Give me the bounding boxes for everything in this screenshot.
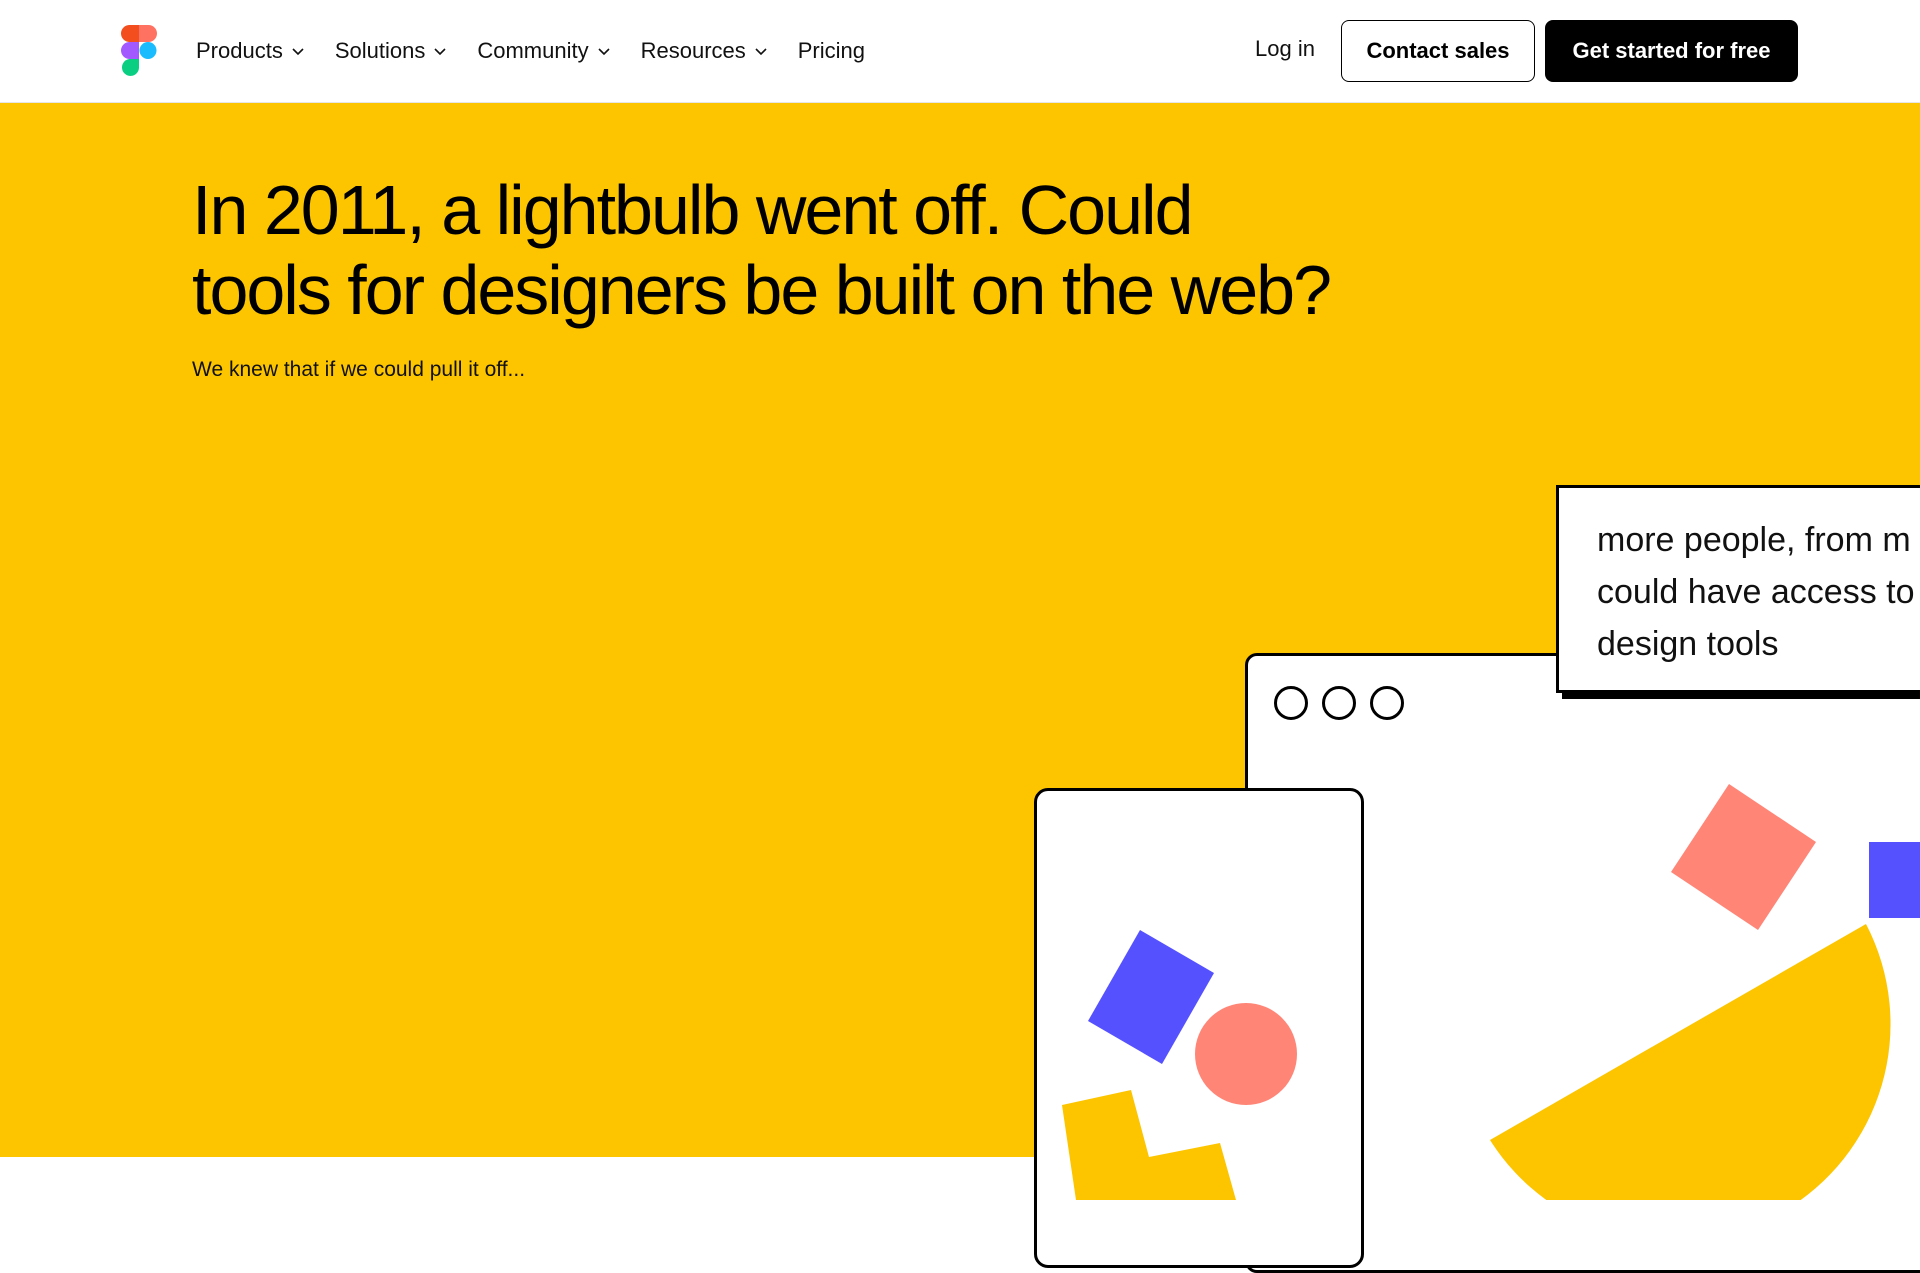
caption-line-2: could have access to (1597, 573, 1915, 611)
caption-line-3: design tools (1597, 625, 1779, 663)
caption-card: more people, from m could have access to… (1556, 485, 1920, 693)
phone-window-illustration (1034, 788, 1364, 1268)
hero-headline: In 2011, a lightbulb went off. Could too… (192, 170, 1392, 330)
nav-solutions-label: Solutions (334, 38, 426, 63)
nav-pricing-label: Pricing (797, 38, 865, 63)
chevron-down-icon (292, 48, 304, 56)
caption-text: more people, from m could have access to… (1597, 514, 1920, 670)
headline-line-2: tools for designers be built on the web? (192, 251, 1332, 329)
nav-products[interactable]: Products (196, 38, 305, 64)
nav-resources[interactable]: Resources (641, 38, 768, 64)
figma-logo-icon[interactable] (120, 25, 158, 77)
main-menu: Products Solutions Community Resources P… (196, 0, 895, 102)
nav-pricing[interactable]: Pricing (798, 38, 865, 64)
contact-sales-button[interactable]: Contact sales (1341, 20, 1535, 82)
headline-line-1: In 2011, a lightbulb went off. Could (192, 171, 1193, 249)
window-dot-icon (1370, 686, 1404, 720)
nav-products-label: Products (196, 38, 283, 63)
nav-solutions[interactable]: Solutions (335, 38, 448, 64)
window-dot-icon (1322, 686, 1356, 720)
chevron-down-icon (755, 48, 767, 56)
nav-resources-label: Resources (640, 38, 746, 63)
hero-subtext: We knew that if we could pull it off... (192, 358, 526, 381)
login-link[interactable]: Log in (1255, 36, 1315, 62)
chevron-down-icon (434, 48, 446, 56)
get-started-button[interactable]: Get started for free (1545, 20, 1798, 82)
chevron-down-icon (598, 48, 610, 56)
caption-line-1: more people, from m (1597, 521, 1911, 559)
nav-community-label: Community (477, 38, 589, 63)
nav-community[interactable]: Community (477, 38, 610, 64)
window-dot-icon (1274, 686, 1308, 720)
top-navigation: Products Solutions Community Resources P… (0, 0, 1920, 103)
